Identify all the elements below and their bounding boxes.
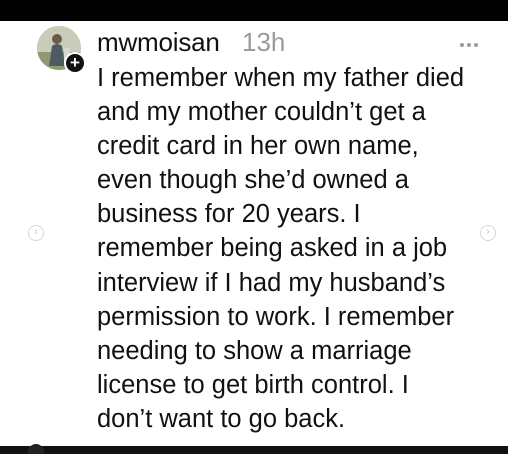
dot-icon (467, 43, 471, 47)
dot-icon (460, 43, 464, 47)
bottom-bar (0, 446, 508, 454)
top-bar (0, 0, 508, 21)
follow-plus-icon[interactable]: + (64, 52, 86, 74)
dot-icon (474, 43, 478, 47)
username[interactable]: mwmoisan (97, 27, 220, 58)
post-screenshot: + mwmoisan 13h ‹ › I remember when my fa… (0, 0, 508, 454)
more-options-icon[interactable] (460, 34, 486, 47)
chevron-left-icon[interactable]: ‹ (28, 225, 44, 241)
timestamp: 13h (242, 27, 286, 57)
post-text: I remember when my father died and my mo… (97, 64, 465, 433)
bottom-bar-shape (28, 444, 44, 454)
